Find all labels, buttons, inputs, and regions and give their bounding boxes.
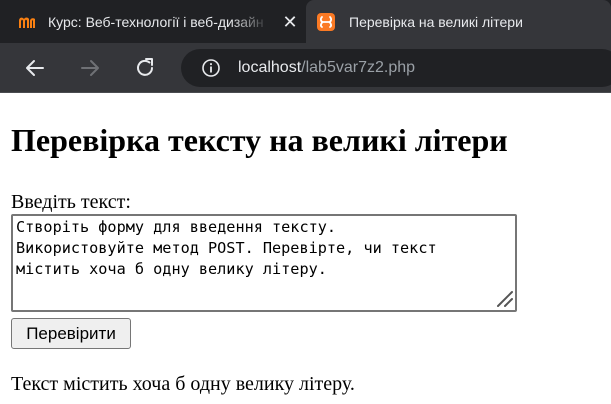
tab-strip: Курс: Веб-технології і веб-дизайн ✕ Пере… bbox=[0, 0, 611, 43]
url-text: localhost/lab5var7z2.php bbox=[238, 59, 415, 77]
moodle-icon bbox=[18, 15, 36, 29]
tab-title: Перевірка на великі літери bbox=[349, 13, 523, 30]
close-icon[interactable]: ✕ bbox=[276, 13, 303, 31]
address-bar[interactable]: localhost/lab5var7z2.php bbox=[181, 49, 611, 87]
forward-arrow-icon[interactable] bbox=[75, 53, 105, 83]
back-arrow-icon[interactable] bbox=[20, 53, 50, 83]
resize-handle-icon[interactable] bbox=[492, 286, 514, 308]
reload-icon[interactable] bbox=[130, 53, 160, 83]
xampp-icon bbox=[317, 12, 335, 31]
browser-toolbar: localhost/lab5var7z2.php bbox=[0, 43, 611, 93]
tab-title-fade bbox=[230, 8, 270, 36]
page-title: Перевірка тексту на великі літери bbox=[11, 122, 508, 158]
text-input-label: Введіть текст: bbox=[11, 191, 131, 213]
info-icon[interactable] bbox=[201, 58, 221, 78]
check-button[interactable]: Перевірити bbox=[11, 318, 131, 349]
text-input-area[interactable]: Створіть форму для введення тексту. Вико… bbox=[11, 214, 517, 312]
tab-course[interactable]: Курс: Веб-технології і веб-дизайн ✕ bbox=[0, 0, 303, 43]
url-host: localhost bbox=[238, 59, 302, 76]
url-path: /lab5var7z2.php bbox=[301, 59, 416, 76]
tab-uppercase-check[interactable]: Перевірка на великі літери ✕ bbox=[306, 0, 611, 43]
page-content: Перевірка тексту на великі літери Введіт… bbox=[0, 94, 611, 404]
result-message: Текст містить хоча б одну велику літеру. bbox=[11, 373, 355, 395]
